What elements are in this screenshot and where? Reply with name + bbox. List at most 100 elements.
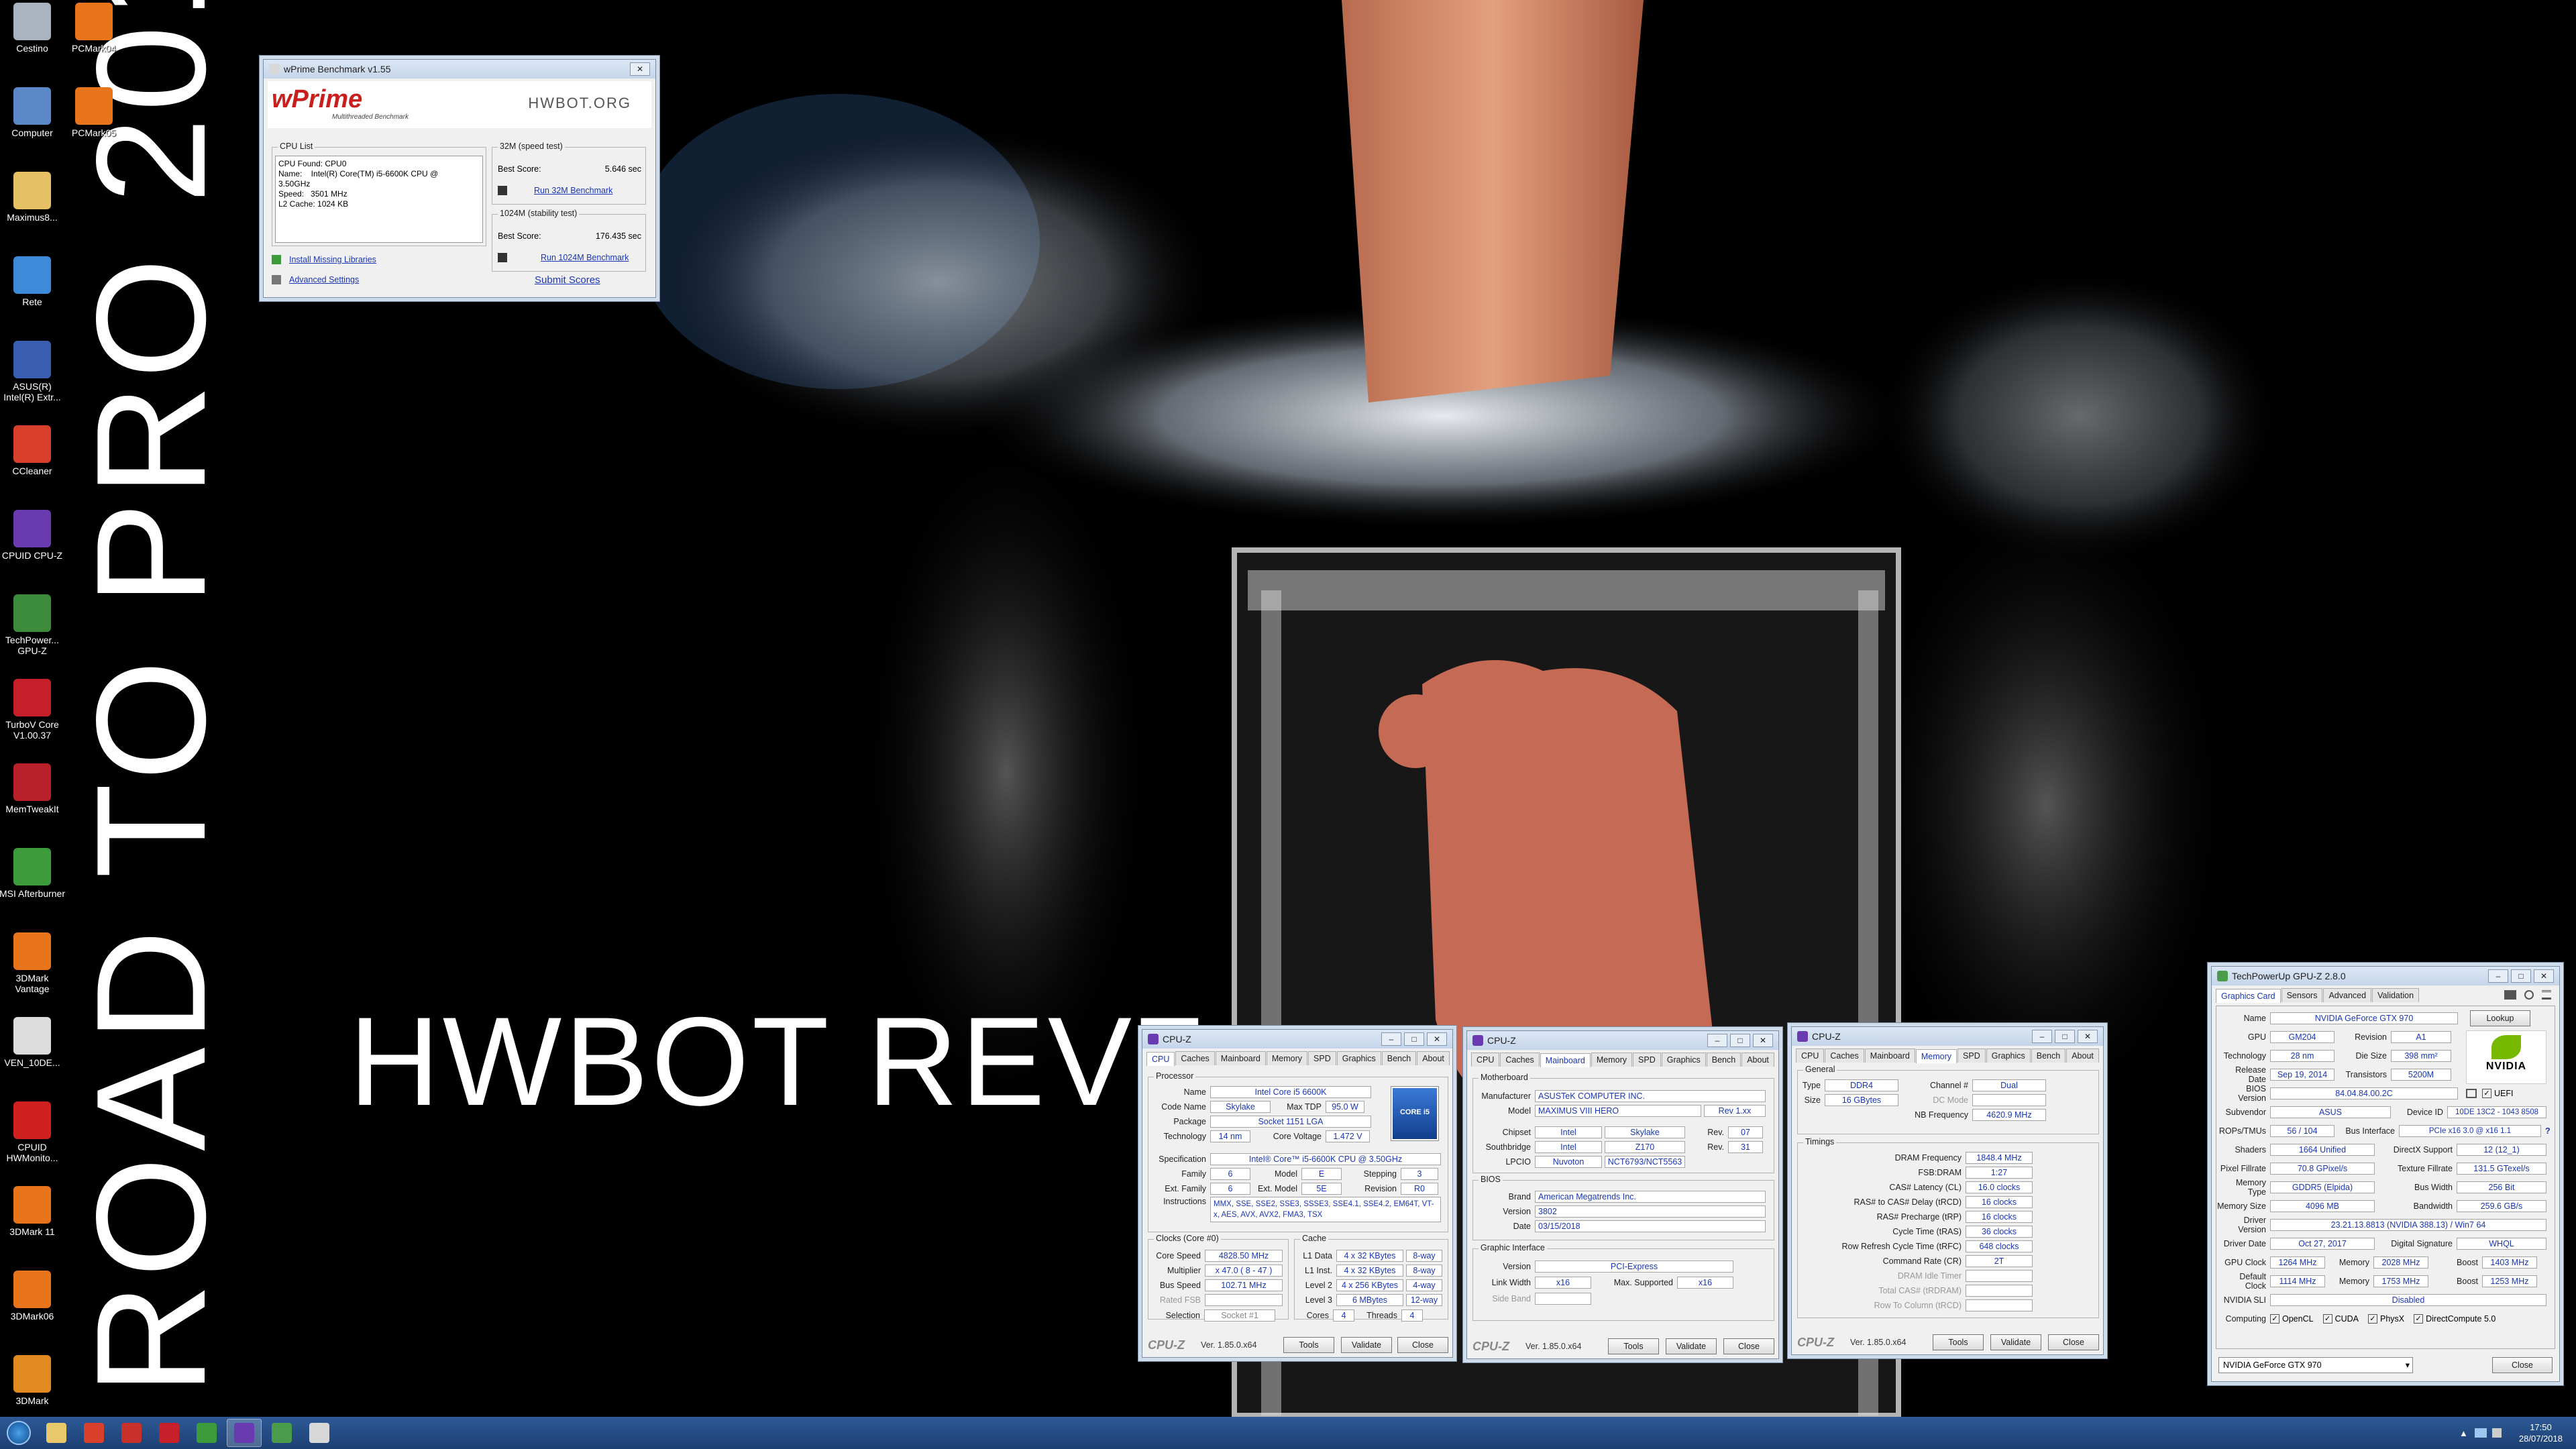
- taskbar-explorer-button[interactable]: [39, 1419, 74, 1447]
- tab-mainboard[interactable]: Mainboard: [1540, 1053, 1591, 1067]
- tab-spd[interactable]: SPD: [1308, 1051, 1336, 1065]
- tab-bench[interactable]: Bench: [1381, 1051, 1417, 1065]
- gpuz-titlebar[interactable]: TechPowerUp GPU-Z 2.8.0 – □ ✕: [2212, 967, 2559, 985]
- tab-memory[interactable]: Memory: [1591, 1053, 1633, 1067]
- tab-validation[interactable]: Validation: [2372, 988, 2420, 1002]
- cpu-list-box[interactable]: CPU Found: CPU0 Name: Intel(R) Core(TM) …: [275, 156, 483, 243]
- tab-graphics-card[interactable]: Graphics Card: [2216, 989, 2281, 1003]
- maximize-icon[interactable]: □: [2511, 969, 2531, 983]
- run-1024m-link[interactable]: Run 1024M Benchmark: [541, 253, 629, 262]
- advanced-settings-link[interactable]: Advanced Settings: [289, 275, 359, 284]
- minimize-icon[interactable]: –: [2032, 1030, 2052, 1043]
- maximize-icon[interactable]: □: [1730, 1034, 1750, 1047]
- close-icon[interactable]: ✕: [2534, 969, 2554, 983]
- desktop-icon[interactable]: VEN_10DE...: [0, 1017, 66, 1068]
- taskbar-wprime-button[interactable]: [302, 1419, 337, 1447]
- desktop-icon[interactable]: 3DMark06: [0, 1271, 66, 1322]
- desktop-icon[interactable]: 3DMark: [0, 1355, 66, 1406]
- tab-memory[interactable]: Memory: [1266, 1051, 1308, 1065]
- desktop-icon[interactable]: CCleaner: [0, 425, 66, 476]
- tab-bench[interactable]: Bench: [2031, 1049, 2066, 1063]
- cpuz-titlebar[interactable]: CPU-Z – □ ✕: [1467, 1031, 1778, 1050]
- tab-graphics[interactable]: Graphics: [1986, 1049, 2031, 1063]
- taskbar-ccleaner-button[interactable]: [114, 1419, 149, 1447]
- desktop-icon[interactable]: PCMark04: [60, 3, 127, 54]
- desktop-icon[interactable]: CPUID CPU-Z: [0, 510, 66, 561]
- menu-icon[interactable]: [2542, 990, 2551, 1000]
- minimize-icon[interactable]: –: [1381, 1032, 1401, 1046]
- tab-mainboard[interactable]: Mainboard: [1215, 1051, 1266, 1065]
- desktop-icon[interactable]: TechPower... GPU-Z: [0, 594, 66, 656]
- desktop-icon[interactable]: TurboV Core V1.00.37: [0, 679, 66, 741]
- validate-button[interactable]: Validate: [1341, 1337, 1392, 1353]
- minimize-icon[interactable]: –: [2488, 969, 2508, 983]
- tab-cpu[interactable]: CPU: [1146, 1052, 1175, 1066]
- desktop-icon[interactable]: MSI Afterburner: [0, 848, 66, 899]
- camera-icon[interactable]: [2504, 990, 2516, 1000]
- desktop-icon[interactable]: Computer: [0, 87, 66, 138]
- taskbar-gpuz-button[interactable]: [264, 1419, 299, 1447]
- wprime-titlebar[interactable]: wPrime Benchmark v1.55 ✕: [264, 60, 655, 78]
- tab-mainboard[interactable]: Mainboard: [1864, 1049, 1915, 1063]
- close-icon[interactable]: ✕: [630, 62, 650, 76]
- tools-button[interactable]: Tools: [1283, 1337, 1334, 1353]
- tab-sensors[interactable]: Sensors: [2281, 988, 2323, 1002]
- clock[interactable]: 17:50 28/07/2018: [2519, 1421, 2563, 1444]
- minimize-icon[interactable]: –: [1707, 1034, 1727, 1047]
- gpu-select-dropdown[interactable]: NVIDIA GeForce GTX 970 ▾: [2218, 1357, 2413, 1373]
- desktop-icon[interactable]: PCMark05: [60, 87, 127, 138]
- socket-select[interactable]: Socket #1: [1204, 1309, 1275, 1322]
- validate-button[interactable]: Validate: [1666, 1338, 1717, 1354]
- desktop-icon[interactable]: CPUID HWMonito...: [0, 1102, 66, 1163]
- tab-cpu[interactable]: CPU: [1471, 1053, 1500, 1067]
- tab-memory[interactable]: Memory: [1915, 1049, 1957, 1063]
- tab-spd[interactable]: SPD: [1957, 1049, 1986, 1063]
- maximize-icon[interactable]: □: [2055, 1030, 2075, 1043]
- tab-about[interactable]: About: [2066, 1049, 2099, 1063]
- tray-arrow-icon[interactable]: ▲: [2459, 1428, 2468, 1438]
- close-button[interactable]: Close: [2492, 1357, 2553, 1373]
- desktop-icon[interactable]: 3DMark Vantage: [0, 932, 66, 994]
- cpuz-titlebar[interactable]: CPU-Z – □ ✕: [1792, 1027, 2103, 1046]
- desktop-icon[interactable]: 3DMark 11: [0, 1186, 66, 1237]
- close-button[interactable]: Close: [2048, 1334, 2099, 1350]
- desktop-icon[interactable]: Maximus8...: [0, 172, 66, 223]
- tools-button[interactable]: Tools: [1933, 1334, 1984, 1350]
- tab-about[interactable]: About: [1741, 1053, 1774, 1067]
- tab-caches[interactable]: Caches: [1500, 1053, 1540, 1067]
- run-32m-link[interactable]: Run 32M Benchmark: [534, 186, 612, 195]
- start-button[interactable]: [0, 1417, 38, 1449]
- tab-graphics[interactable]: Graphics: [1661, 1053, 1706, 1067]
- volume-icon[interactable]: [2491, 1428, 2502, 1438]
- lookup-button[interactable]: Lookup: [2470, 1010, 2530, 1026]
- desktop-icon[interactable]: ASUS(R) Intel(R) Extr...: [0, 341, 66, 402]
- tab-spd[interactable]: SPD: [1633, 1053, 1661, 1067]
- tab-cpu[interactable]: CPU: [1796, 1049, 1825, 1063]
- tab-about[interactable]: About: [1417, 1051, 1450, 1065]
- tab-advanced[interactable]: Advanced: [2323, 988, 2372, 1002]
- tab-caches[interactable]: Caches: [1825, 1049, 1864, 1063]
- taskbar-turbov-button[interactable]: [152, 1419, 186, 1447]
- close-button[interactable]: Close: [1723, 1338, 1774, 1354]
- taskbar-afterburner-button[interactable]: [189, 1419, 224, 1447]
- tab-graphics[interactable]: Graphics: [1336, 1051, 1381, 1065]
- install-libraries-link[interactable]: Install Missing Libraries: [289, 255, 376, 264]
- desktop-icon[interactable]: Cestino: [0, 3, 66, 54]
- desktop-icon[interactable]: MemTweakIt: [0, 763, 66, 814]
- close-icon[interactable]: ✕: [1753, 1034, 1773, 1047]
- taskbar-chrome-button[interactable]: [76, 1419, 111, 1447]
- tab-caches[interactable]: Caches: [1175, 1051, 1215, 1065]
- desktop-icon[interactable]: Rete: [0, 256, 66, 307]
- close-icon[interactable]: ✕: [2078, 1030, 2098, 1043]
- maximize-icon[interactable]: □: [1404, 1032, 1424, 1046]
- refresh-icon[interactable]: [2524, 990, 2534, 1000]
- close-button[interactable]: Close: [1397, 1337, 1448, 1353]
- network-icon[interactable]: [2474, 1428, 2487, 1438]
- cpuz-titlebar[interactable]: CPU-Z – □ ✕: [1142, 1030, 1452, 1049]
- validate-button[interactable]: Validate: [1990, 1334, 2041, 1350]
- close-icon[interactable]: ✕: [1427, 1032, 1447, 1046]
- tab-bench[interactable]: Bench: [1706, 1053, 1741, 1067]
- submit-scores-link[interactable]: Submit Scores: [535, 274, 600, 286]
- taskbar-cpuz-button[interactable]: [227, 1419, 262, 1447]
- share-icon[interactable]: [2466, 1089, 2477, 1098]
